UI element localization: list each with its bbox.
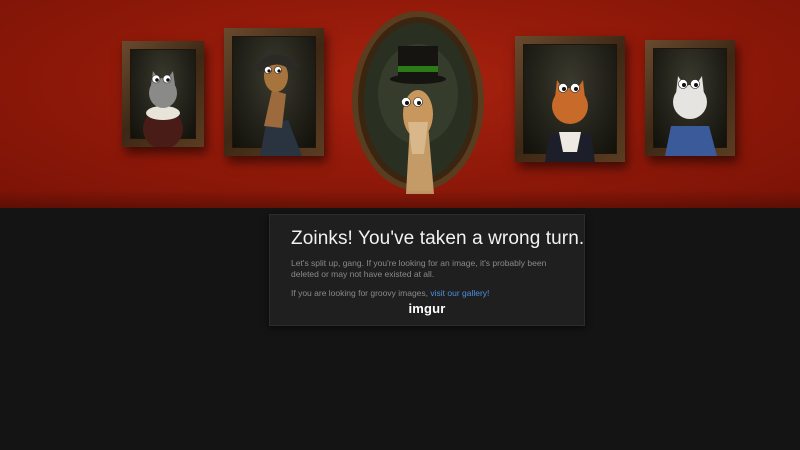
- error-title: Zoinks! You've taken a wrong turn.: [291, 228, 585, 249]
- cat-ruff-portrait: [122, 41, 204, 147]
- white-cat-portrait: [645, 40, 735, 156]
- giraffe-tophat-portrait: [348, 4, 488, 194]
- error-description: Let's split up, gang. If you're looking …: [291, 258, 547, 279]
- gallery-hint: If you are looking for groovy images, vi…: [291, 288, 564, 299]
- error-message-card: Zoinks! You've taken a wrong turn. Let's…: [269, 214, 585, 326]
- error-page: Zoinks! You've taken a wrong turn. Let's…: [0, 0, 800, 450]
- portrait-wall-banner: [0, 0, 800, 208]
- orange-cat-portrait: [515, 36, 625, 162]
- visit-gallery-link[interactable]: visit our gallery!: [430, 288, 489, 298]
- imgur-logo[interactable]: imgur: [270, 301, 584, 316]
- horse-hat-portrait: [224, 28, 324, 156]
- gallery-hint-text: If you are looking for groovy images,: [291, 288, 431, 298]
